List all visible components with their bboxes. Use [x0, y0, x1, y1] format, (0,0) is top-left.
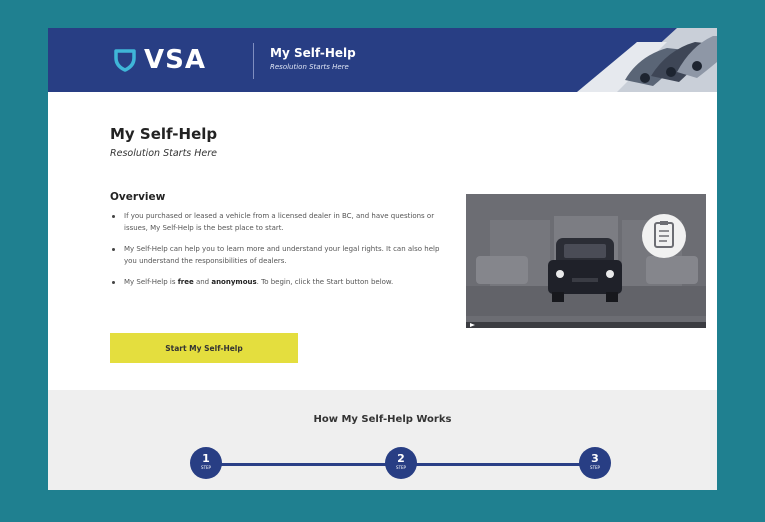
video-illustration: [466, 194, 706, 328]
step-label: STEP: [396, 465, 406, 470]
step-2-badge: 2 STEP: [385, 447, 417, 479]
step-1-badge: 1 STEP: [190, 447, 222, 479]
header-subtitle: Resolution Starts Here: [270, 63, 349, 71]
anonymous-emphasis: anonymous: [211, 278, 257, 286]
logo-text: VSA: [144, 45, 206, 75]
overview-bullet-3: My Self-Help is free and anonymous. To b…: [110, 276, 450, 288]
bullet-3-text-c: . To begin, click the Start button below…: [256, 278, 394, 286]
bullet-3-text-a: My Self-Help is: [124, 278, 178, 286]
free-emphasis: free: [177, 278, 194, 286]
step-number: 2: [397, 452, 405, 465]
step-label: STEP: [590, 465, 600, 470]
step-3-badge: 3 STEP: [579, 447, 611, 479]
overview-bullet-1: If you purchased or leased a vehicle fro…: [110, 210, 450, 234]
start-self-help-button[interactable]: Start My Self-Help: [110, 333, 298, 363]
site-header: VSA My Self-Help Resolution Starts Here: [48, 28, 717, 92]
bullet-3-text-b: and: [193, 278, 212, 286]
overview-list: If you purchased or leased a vehicle fro…: [110, 210, 450, 297]
shield-logo-icon: [114, 49, 136, 72]
step-number: 3: [591, 452, 599, 465]
how-it-works-title: How My Self-Help Works: [313, 414, 452, 425]
page-subtitle: Resolution Starts Here: [110, 148, 218, 159]
vsa-logo[interactable]: VSA: [114, 46, 206, 74]
step-label: STEP: [201, 465, 211, 470]
page-frame: VSA My Self-Help Resolution Starts Here …: [48, 28, 717, 490]
overview-bullet-2: My Self-Help can help you to learn more …: [110, 243, 450, 267]
step-number: 1: [202, 452, 210, 465]
how-it-works-section: How My Self-Help Works 1 STEP 2 STEP 3 S…: [48, 390, 717, 490]
overview-heading: Overview: [110, 191, 166, 203]
intro-video[interactable]: [466, 194, 706, 328]
header-title: My Self-Help: [270, 46, 356, 60]
page-title: My Self-Help: [110, 125, 218, 143]
header-divider: [253, 43, 254, 79]
header-cars-image: [577, 28, 717, 92]
